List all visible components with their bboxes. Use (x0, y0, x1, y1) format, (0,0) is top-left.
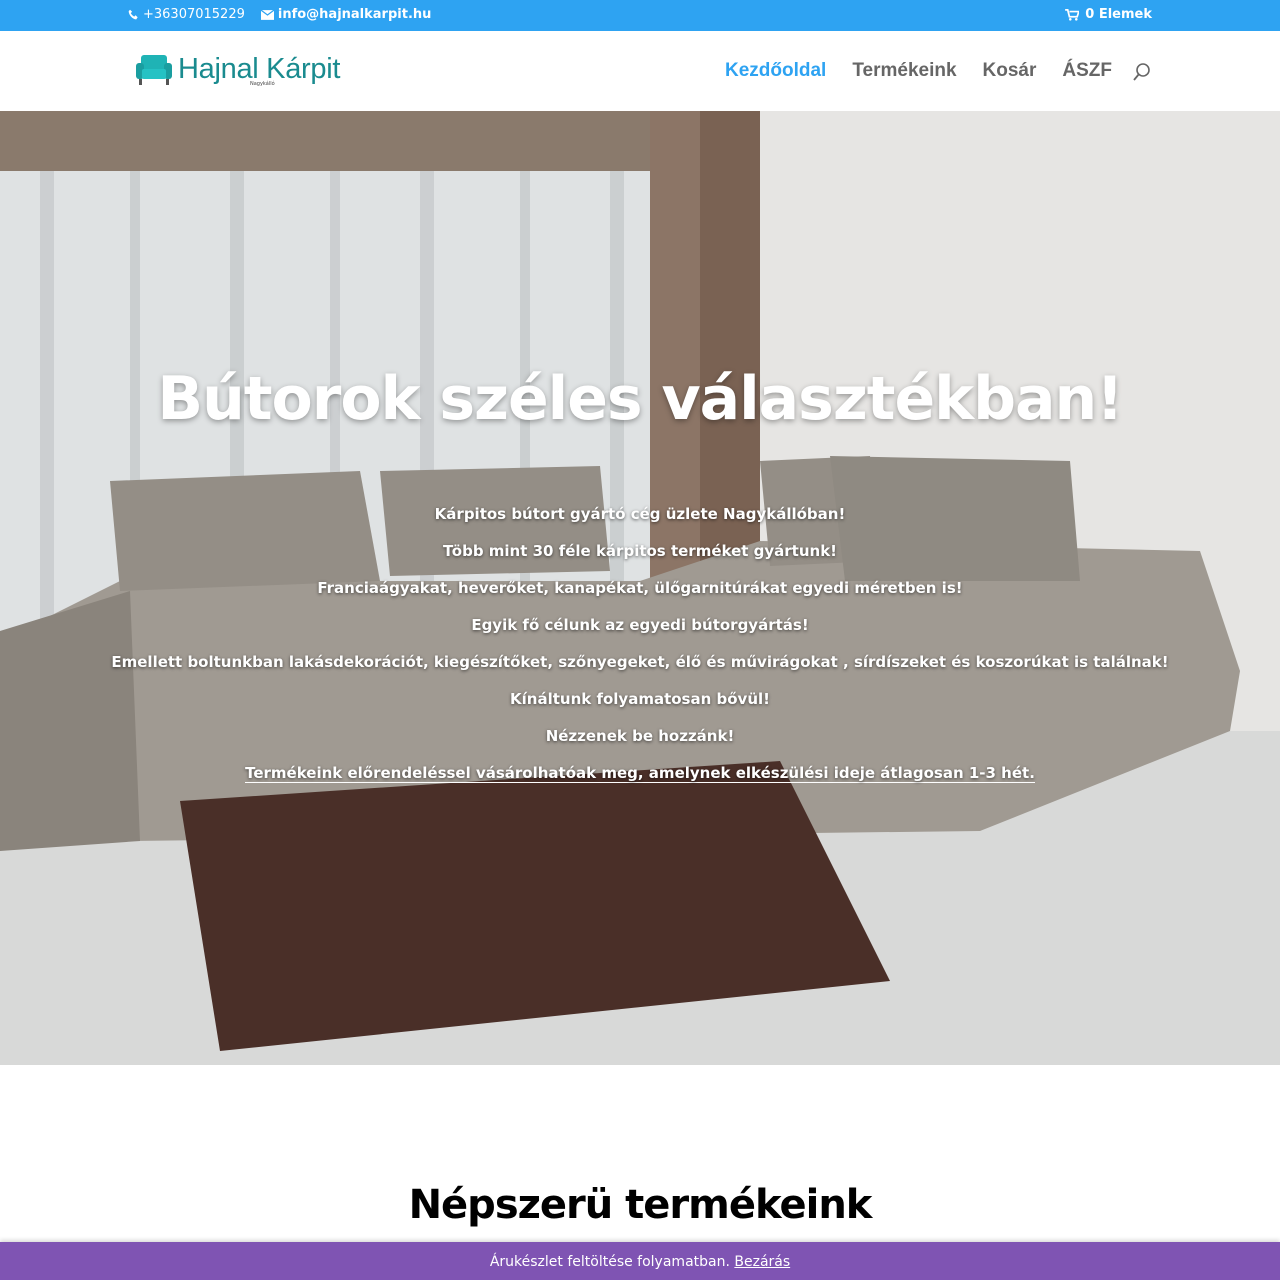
hero-line: Egyik fő célunk az egyedi bútorgyártás! (471, 616, 809, 634)
phone-number: +36307015229 (143, 7, 245, 22)
store-notice: Árukészlet feltöltése folyamatban. Bezár… (0, 1242, 1280, 1280)
hero-description: Kárpitos bútort gyártó cég üzlete Nagyká… (0, 496, 1280, 792)
nav-item-terms[interactable]: ÁSZF (1062, 60, 1112, 82)
top-bar: +36307015229 info@hajnalkarpit.hu 0 Elem… (0, 0, 1280, 31)
site-logo[interactable]: Hajnal Kárpit Nagykálló (136, 53, 340, 91)
armchair-icon (136, 53, 172, 91)
nav-item-home[interactable]: Kezdőoldal (725, 60, 826, 82)
phone-icon (128, 9, 139, 20)
site-header: Hajnal Kárpit Nagykálló Kezdőoldal Termé… (0, 31, 1280, 111)
hero-line-preorder: Termékeink előrendeléssel vásárolhatóak … (0, 755, 1280, 792)
top-bar-contacts: +36307015229 info@hajnalkarpit.hu (128, 7, 431, 22)
popular-products-title: Népszerü termékeink (408, 1182, 873, 1228)
nav-item-products[interactable]: Termékeink (852, 60, 956, 82)
dismiss-link[interactable]: Bezárás (734, 1254, 790, 1270)
preorder-text: Termékeink előrendeléssel vásárolhatóak … (245, 764, 1035, 783)
main-nav: Kezdőoldal Termékeink Kosár ÁSZF (725, 60, 1112, 82)
phone-link[interactable]: +36307015229 (128, 7, 245, 22)
envelope-icon (260, 9, 274, 20)
hero-line: Emellett boltunkban lakásdekorációt, kie… (111, 653, 1169, 671)
hero-line: Franciaágyakat, heverőket, kanapékat, ül… (317, 579, 963, 597)
cart-count: 0 Elemek (1085, 7, 1152, 22)
hero-line: Kárpitos bútort gyártó cég üzlete Nagyká… (434, 505, 846, 523)
email-link[interactable]: info@hajnalkarpit.hu (260, 7, 432, 22)
hero-content: Bútorok széles választékban! Kárpitos bú… (0, 359, 1280, 792)
hero-title: Bútorok széles választékban! (157, 364, 1123, 434)
hero-line: Nézzenek be hozzánk! (545, 727, 735, 745)
logo-subtext: Nagykálló (250, 81, 275, 87)
cart-link[interactable]: 0 Elemek (1065, 7, 1152, 22)
hero-line: Kínáltunk folyamatosan bővül! (510, 690, 770, 708)
store-notice-text: Árukészlet feltöltése folyamatban. (489, 1254, 730, 1270)
hero-section: Bútorok széles választékban! Kárpitos bú… (0, 111, 1280, 1065)
nav-item-cart[interactable]: Kosár (983, 60, 1037, 82)
cart-icon (1065, 8, 1080, 21)
email-address: info@hajnalkarpit.hu (277, 7, 432, 22)
hero-line: Több mint 30 féle kárpitos terméket gyár… (442, 542, 838, 560)
search-icon[interactable] (1132, 62, 1152, 82)
